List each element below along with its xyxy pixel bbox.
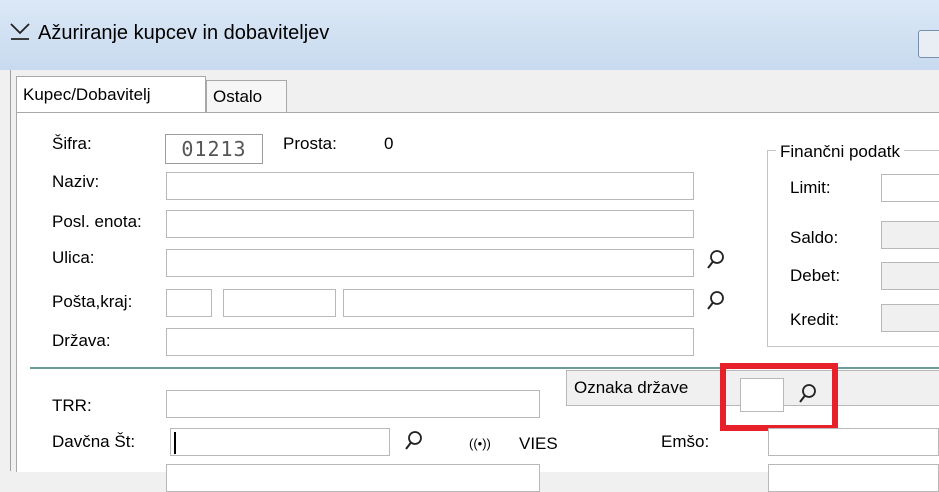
tab-label: Kupec/Dobavitelj — [23, 85, 151, 104]
emso-input[interactable] — [768, 428, 939, 456]
text-cursor — [174, 432, 176, 454]
next-row-input[interactable] — [166, 464, 540, 492]
posl-enota-input[interactable] — [166, 210, 694, 238]
posl-enota-label: Posl. enota: — [52, 212, 142, 231]
posta-kraj-label: Pošta,kraj: — [52, 292, 133, 311]
window-menu-icon[interactable] — [8, 20, 32, 44]
kraj-input[interactable] — [343, 289, 694, 317]
debet-field — [881, 262, 939, 290]
oznaka-drzave-label: Oznaka države — [574, 378, 689, 397]
trr-label: TRR: — [52, 396, 92, 415]
search-icon[interactable] — [706, 290, 726, 312]
search-icon[interactable] — [404, 430, 424, 452]
ulica-input[interactable] — [166, 249, 694, 277]
trr-input[interactable] — [166, 390, 540, 418]
prosta-label: Prosta: — [283, 134, 337, 153]
drzava-input[interactable] — [166, 328, 694, 356]
window-title: Ažuriranje kupcev in dobaviteljev — [38, 22, 330, 44]
tab-kupec-dobavitelj[interactable]: Kupec/Dobavitelj — [16, 76, 206, 112]
tab-ostalo[interactable]: Ostalo — [206, 80, 287, 112]
davcna-label: Davčna Št: — [52, 432, 136, 451]
sifra-field[interactable]: 01213 — [165, 134, 263, 164]
debet-label: Debet: — [790, 266, 841, 285]
emso-label: Emšo: — [661, 432, 710, 451]
posta-name-input[interactable] — [223, 289, 336, 317]
next-row-right-input[interactable] — [768, 464, 939, 492]
sifra-label: Šifra: — [52, 134, 92, 153]
limit-label: Limit: — [790, 178, 831, 197]
saldo-field — [881, 221, 939, 249]
saldo-label: Saldo: — [790, 228, 839, 247]
davcna-input[interactable] — [170, 428, 390, 456]
tab-label: Ostalo — [213, 87, 263, 106]
vies-icon[interactable]: ((•)) — [469, 434, 491, 454]
posta-code-input[interactable] — [166, 289, 212, 317]
kredit-label: Kredit: — [790, 310, 840, 329]
financni-group-title: Finančni podatk — [776, 142, 905, 162]
naziv-input[interactable] — [166, 172, 694, 200]
prosta-value: 0 — [384, 134, 394, 153]
search-icon[interactable] — [706, 249, 726, 271]
highlight-box — [720, 363, 838, 431]
naziv-label: Naziv: — [52, 172, 100, 191]
kredit-field — [881, 304, 939, 332]
limit-input[interactable] — [881, 174, 939, 202]
drzava-label: Država: — [52, 331, 111, 350]
minimize-button[interactable] — [918, 30, 939, 58]
ulica-label: Ulica: — [52, 248, 95, 267]
vies-label[interactable]: VIES — [519, 434, 558, 454]
